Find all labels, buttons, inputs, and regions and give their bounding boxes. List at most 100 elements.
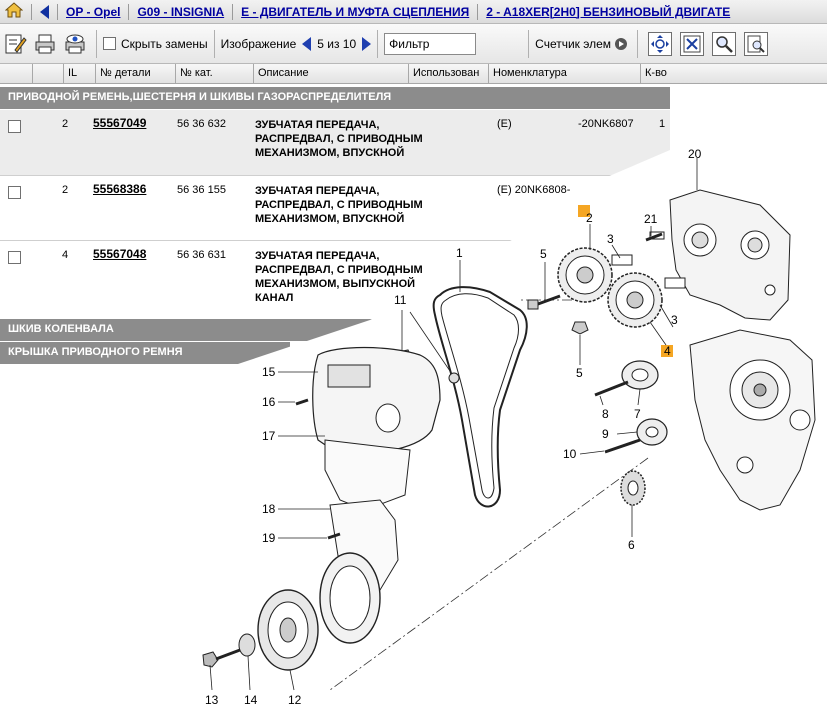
row-nomenclature: (E) 20NK6808-	[497, 184, 571, 196]
toolbar: Скрыть замены Изображение 5 из 10 Счетчи…	[0, 24, 827, 64]
timing-belt-part-1	[432, 286, 528, 508]
filter-input[interactable]	[384, 32, 477, 55]
row-il: 4	[62, 249, 69, 261]
highlight-marker-4	[661, 345, 673, 357]
row-description: ЗУБЧАТАЯ ПЕРЕДАЧА, РАСПРЕДВАЛ, С ПРИВОДН…	[255, 119, 423, 159]
crank-sprocket-part-6	[620, 470, 646, 506]
separator	[31, 3, 32, 20]
callout-9[interactable]: 9	[602, 427, 609, 441]
row-cat-number: 56 36 155	[177, 184, 226, 196]
tensioner-part-7	[594, 360, 659, 397]
section-header-belt-cover[interactable]: КРЫШКА ПРИВОДНОГО РЕМНЯ	[0, 342, 290, 364]
row-part-number-link[interactable]: 55567048	[93, 247, 146, 261]
prev-image-icon[interactable]	[302, 36, 312, 51]
scroll-right-icon[interactable]	[615, 37, 628, 50]
fit-view-button[interactable]	[648, 31, 673, 56]
printer-icon	[35, 34, 55, 53]
row-checkbox[interactable]	[8, 186, 21, 199]
callout-6[interactable]: 6	[628, 538, 635, 552]
row-checkbox[interactable]	[8, 251, 21, 264]
col-usage[interactable]: Использован	[409, 64, 489, 83]
col-part-no[interactable]: № детали	[96, 64, 176, 83]
bolt-part-13	[202, 648, 241, 668]
row-checkbox[interactable]	[8, 120, 21, 133]
notes-button[interactable]	[0, 29, 30, 59]
col-nomenclature[interactable]: Номенклатура	[489, 64, 641, 83]
print-preview-icon	[65, 34, 85, 53]
callout-14[interactable]: 14	[244, 693, 258, 707]
col-cat-no[interactable]: № кат.	[176, 64, 254, 83]
breadcrumb-item-model[interactable]: G09 - INSIGNIA	[137, 5, 224, 19]
section-header-timing-belt[interactable]: ПРИВОДНОЙ РЕМЕНЬ,ШЕСТЕРНЯ И ШКИВЫ ГАЗОРА…	[0, 87, 670, 109]
column-header-row: IL № детали № кат. Описание Использован …	[0, 64, 827, 84]
callout-18[interactable]: 18	[262, 502, 276, 516]
separator	[96, 29, 97, 58]
engine-block	[689, 329, 816, 511]
image-label: Изображение	[220, 36, 297, 51]
separator	[377, 29, 379, 58]
row-description: ЗУБЧАТАЯ ПЕРЕДАЧА, РАСПРЕДВАЛ, С ПРИВОДН…	[255, 250, 423, 304]
separator	[528, 29, 530, 58]
separator	[637, 29, 639, 58]
callout-19[interactable]: 19	[262, 531, 276, 545]
hide-replacements-label: Скрыть замены	[121, 36, 208, 51]
separator	[128, 3, 130, 20]
washer-part-14	[238, 633, 256, 657]
nut-part-11	[395, 349, 460, 384]
image-counter: 5 из 10	[317, 36, 357, 51]
row-nomenclature-code: -20NK6807	[578, 118, 634, 130]
row-qty: 1	[659, 118, 666, 130]
table-row[interactable]: 4 55567048 56 36 631 ЗУБЧАТАЯ ПЕРЕДАЧА, …	[0, 241, 827, 319]
callout-15[interactable]: 15	[262, 365, 276, 379]
print-button[interactable]	[30, 29, 60, 59]
col-il[interactable]: IL	[64, 64, 96, 83]
hide-replacements-checkbox[interactable]	[103, 37, 116, 50]
select-area-button[interactable]	[680, 31, 705, 56]
home-icon[interactable]	[4, 2, 24, 21]
breadcrumb-item-engine[interactable]: 2 - A18XER[2H0] БЕНЗИНОВЫЙ ДВИГАТЕ	[486, 5, 730, 19]
row-nomenclature: (E)	[497, 118, 512, 130]
col-info	[33, 64, 64, 83]
fit-arrows-icon	[651, 34, 670, 53]
callout-13[interactable]: 13	[205, 693, 219, 707]
callout-7[interactable]: 7	[634, 407, 641, 421]
cross-drawing-icon	[683, 35, 701, 52]
breadcrumb: OP - Opel G09 - INSIGNIA E - ДВИГАТЕЛЬ И…	[0, 0, 827, 24]
next-image-icon[interactable]	[362, 36, 372, 51]
zoom-button[interactable]	[712, 31, 737, 56]
col-description[interactable]: Описание	[254, 64, 409, 83]
callout-16[interactable]: 16	[262, 395, 276, 409]
section-header-crank-pulley[interactable]: ШКИВ КОЛЕНВАЛА	[0, 319, 380, 341]
separator	[213, 29, 215, 58]
idler-pulley-part-9	[604, 418, 668, 454]
row-il: 2	[62, 184, 69, 196]
counter-label: Счетчик элем	[535, 36, 612, 51]
callout-4[interactable]: 4	[664, 344, 671, 358]
crank-pulley-part-12	[257, 552, 381, 671]
callout-10[interactable]: 10	[563, 447, 577, 461]
col-select	[0, 64, 33, 83]
row-il: 2	[62, 118, 69, 130]
row-description: ЗУБЧАТАЯ ПЕРЕДАЧА, РАСПРЕДВАЛ, С ПРИВОДН…	[255, 185, 423, 225]
lower-cover-part-17	[324, 439, 411, 601]
breadcrumb-item-group[interactable]: E - ДВИГАТЕЛЬ И МУФТА СЦЕПЛЕНИЯ	[241, 5, 469, 19]
magnifier-icon	[716, 35, 733, 53]
col-qty[interactable]: К-во	[641, 64, 827, 83]
callout-5b[interactable]: 5	[576, 366, 583, 380]
row-cat-number: 56 36 632	[177, 118, 226, 130]
table-row[interactable]: 2 55567049 56 36 632 ЗУБЧАТАЯ ПЕРЕДАЧА, …	[0, 110, 827, 176]
separator	[232, 3, 234, 20]
back-arrow-icon[interactable]	[40, 4, 49, 19]
zoom-page-icon	[747, 35, 765, 53]
separator	[57, 3, 58, 20]
breadcrumb-item-make[interactable]: OP - Opel	[66, 5, 120, 19]
callout-12[interactable]: 12	[288, 693, 302, 707]
separator	[477, 3, 479, 20]
preview-button[interactable]	[60, 29, 90, 59]
row-part-number-link[interactable]: 55568386	[93, 182, 146, 196]
zoom-page-button[interactable]	[744, 31, 769, 56]
table-row[interactable]: 2 55568386 56 36 155 ЗУБЧАТАЯ ПЕРЕДАЧА, …	[0, 176, 827, 241]
callout-17[interactable]: 17	[262, 429, 276, 443]
callout-8[interactable]: 8	[602, 407, 609, 421]
row-part-number-link[interactable]: 55567049	[93, 116, 146, 130]
